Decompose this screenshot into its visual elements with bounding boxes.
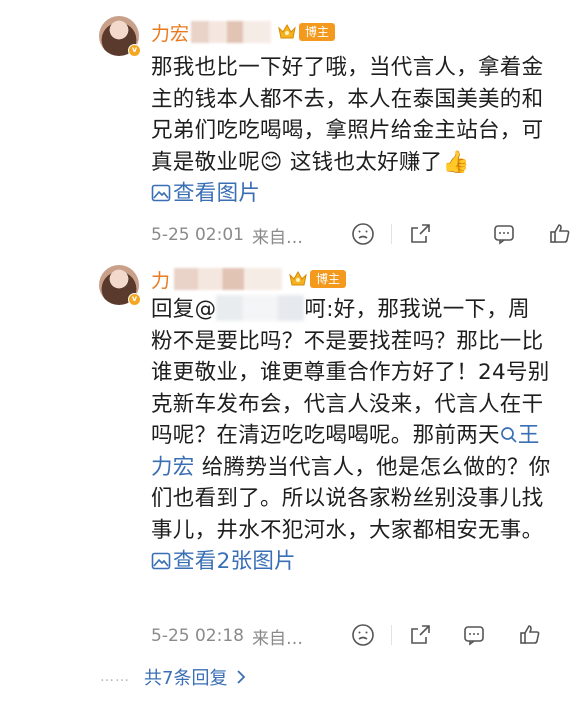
search-icon (500, 423, 518, 448)
comment-icon[interactable] (462, 623, 486, 647)
blogger-badge: 博主 (310, 270, 347, 288)
view-image-label: 查看图片 (173, 181, 261, 206)
comment-icon[interactable] (492, 222, 516, 246)
source-label: 来自… (251, 628, 303, 649)
picture-icon (151, 180, 171, 212)
author-row: 力 博主 (151, 266, 347, 293)
name-mosaic (191, 21, 272, 43)
comment-meta: 5-25 02:18 来自… (151, 623, 561, 649)
share-icon[interactable] (408, 222, 432, 246)
author-row: 力宏 博主 (151, 19, 336, 46)
divider (391, 224, 392, 244)
timestamp: 5-25 02:01 (151, 225, 244, 245)
blogger-badge: 博主 (299, 23, 336, 41)
reply-prefix: 回复@ (151, 297, 217, 322)
view-images-label: 查看2张图片 (173, 549, 296, 574)
verified-badge-icon: v (128, 293, 141, 306)
author-name[interactable]: 力宏 (151, 19, 189, 46)
frown-icon[interactable] (351, 222, 375, 246)
name-mosaic (174, 268, 283, 290)
source-label: 来自… (251, 227, 303, 248)
crown-icon (277, 23, 297, 41)
username-mosaic (216, 295, 305, 321)
comment-text: 那我也比一下好了哦，当代言人，拿着金主的钱本人都不去，本人在泰国美美的和兄弟们吃… (151, 52, 551, 212)
smile-emoji: 😊 (260, 149, 283, 175)
view-replies-link[interactable]: 共7条回复 (144, 664, 227, 690)
comment-text-part: 给腾势当代言人，他是怎么做的？你们也看到了。所以说各家粉丝别没事儿找事儿，井水不… (151, 454, 551, 543)
crown-icon (288, 270, 308, 288)
thumbs-up-emoji: 👍 (442, 149, 470, 175)
comment-meta: 5-25 02:01 来自… (151, 222, 570, 248)
thumbs-up-icon[interactable] (548, 222, 572, 246)
comment-text: 回复@ 呵:好，那我说一下，周粉不是要比吗？不是要找茬吗？那比一比谁更敬业，谁更尊… (151, 294, 551, 580)
verified-badge-icon: v (128, 44, 141, 57)
share-icon[interactable] (408, 623, 432, 647)
view-image-link[interactable]: 查看图片 (151, 181, 260, 206)
replies-dots: …… (100, 669, 130, 685)
view-images-link[interactable]: 查看2张图片 (151, 549, 296, 574)
frown-icon[interactable] (351, 623, 375, 647)
chevron-right-icon[interactable] (235, 667, 247, 688)
thumbs-up-icon[interactable] (518, 623, 542, 647)
timestamp: 5-25 02:18 (151, 626, 244, 646)
author-name[interactable]: 力 (151, 266, 170, 293)
divider (391, 625, 392, 645)
replies-row: …… 共7条回复 (100, 664, 247, 690)
picture-icon (151, 548, 171, 580)
comment-text-part: 这钱也太好赚了 (289, 149, 443, 175)
